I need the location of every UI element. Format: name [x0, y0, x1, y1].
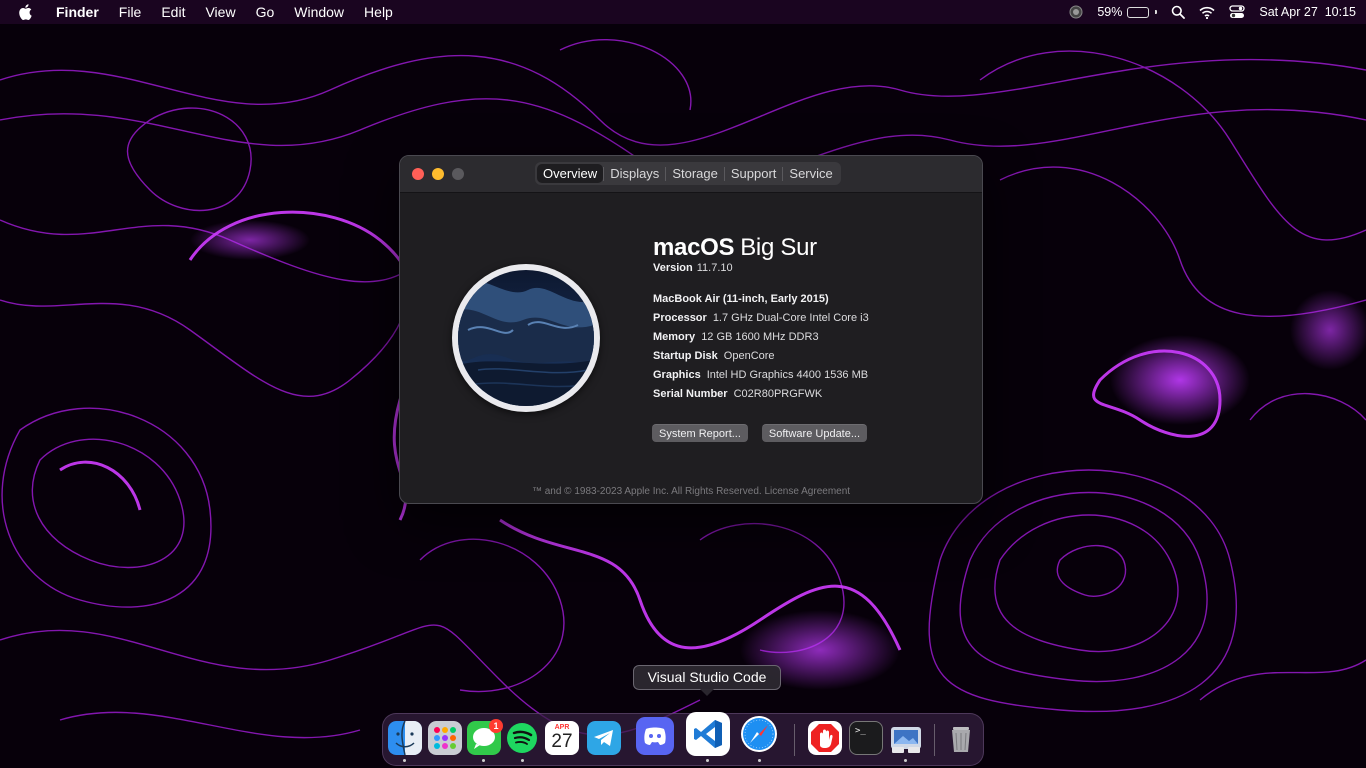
wifi-icon[interactable] [1199, 6, 1215, 19]
finder-icon[interactable] [388, 721, 422, 755]
terminal-icon[interactable]: >_ [849, 721, 883, 755]
menu-file[interactable]: File [119, 4, 142, 20]
tab-bar: Overview Displays Storage Support Servic… [535, 162, 841, 185]
model-name: MacBook Air (11-inch, Early 2015) [653, 293, 829, 305]
discord-icon[interactable] [636, 717, 674, 755]
calendar-icon[interactable]: APR 27 [545, 721, 579, 755]
menu-clock[interactable]: Sat Apr 27 10:15 [1259, 5, 1356, 19]
safari-icon[interactable] [739, 714, 779, 754]
macos-big-sur-logo [452, 264, 600, 412]
menu-view[interactable]: View [205, 4, 235, 20]
messages-badge: 1 [489, 719, 503, 733]
version-value: 11.7.10 [696, 262, 733, 274]
battery-percent: 59% [1097, 5, 1123, 19]
spec-processor: Processor 1.7 GHz Dual-Core Intel Core i3 [653, 312, 869, 324]
tab-service[interactable]: Service [783, 164, 838, 183]
menu-help[interactable]: Help [364, 4, 393, 20]
window-titlebar: Overview Displays Storage Support Servic… [400, 156, 982, 193]
menu-bar: Finder File Edit View Go Window Help 59%… [0, 0, 1366, 24]
launchpad-icon[interactable] [428, 721, 462, 755]
terminal-prompt: >_ [855, 726, 866, 736]
menu-extras: 59% Sat Apr 27 10:15 [1055, 5, 1356, 19]
menu-window[interactable]: Window [294, 4, 344, 20]
close-button[interactable] [412, 168, 424, 180]
about-this-mac-window: Overview Displays Storage Support Servic… [399, 155, 983, 504]
version-label: Version [653, 262, 693, 274]
tab-overview[interactable]: Overview [537, 164, 604, 183]
zoom-button [452, 168, 464, 180]
siri-icon[interactable] [1069, 5, 1083, 19]
battery-status[interactable]: 59% [1097, 5, 1158, 19]
preview-icon[interactable] [889, 721, 923, 755]
visual-studio-code-icon[interactable] [686, 712, 730, 756]
menu-app-name[interactable]: Finder [56, 4, 99, 20]
os-title: macOS Big Sur [653, 234, 973, 262]
spec-memory: Memory 12 GB 1600 MHz DDR3 [653, 331, 819, 343]
minimize-button[interactable] [432, 168, 444, 180]
dock: 1 APR 27 >_ [382, 712, 984, 766]
os-version-name: Big Sur [740, 234, 817, 261]
menu-edit[interactable]: Edit [161, 4, 185, 20]
spec-graphics: Graphics Intel HD Graphics 4400 1536 MB [653, 369, 869, 381]
calendar-day: 27 [551, 731, 573, 752]
spotify-icon[interactable] [505, 721, 539, 755]
system-report-button[interactable]: System Report... [652, 424, 748, 442]
action-buttons: System Report... Software Update... [652, 424, 868, 442]
spec-startup-disk: Startup Disk OpenCore [653, 350, 775, 362]
battery-icon [1127, 6, 1150, 18]
control-center-icon[interactable] [1229, 5, 1246, 19]
tab-support[interactable]: Support [725, 164, 783, 183]
trash-icon[interactable] [944, 721, 978, 755]
copyright-footer: ™ and © 1983-2023 Apple Inc. All Rights … [531, 486, 851, 497]
apple-menu-icon[interactable] [18, 4, 40, 20]
spec-serial-number: Serial Number C02R80PRGFWK [653, 388, 823, 400]
software-update-button[interactable]: Software Update... [761, 424, 868, 442]
system-info: macOS Big Sur Version 11.7.10 MacBook Air … [653, 234, 973, 404]
menu-go[interactable]: Go [256, 4, 275, 20]
adblock-icon[interactable] [808, 721, 842, 755]
dock-tooltip: Visual Studio Code [633, 665, 781, 696]
spotlight-search-icon[interactable] [1171, 5, 1186, 19]
os-name: macOS [653, 234, 735, 261]
tab-displays[interactable]: Displays [604, 164, 665, 183]
telegram-icon[interactable] [587, 721, 621, 755]
tab-storage[interactable]: Storage [666, 164, 724, 183]
window-controls [412, 168, 464, 180]
